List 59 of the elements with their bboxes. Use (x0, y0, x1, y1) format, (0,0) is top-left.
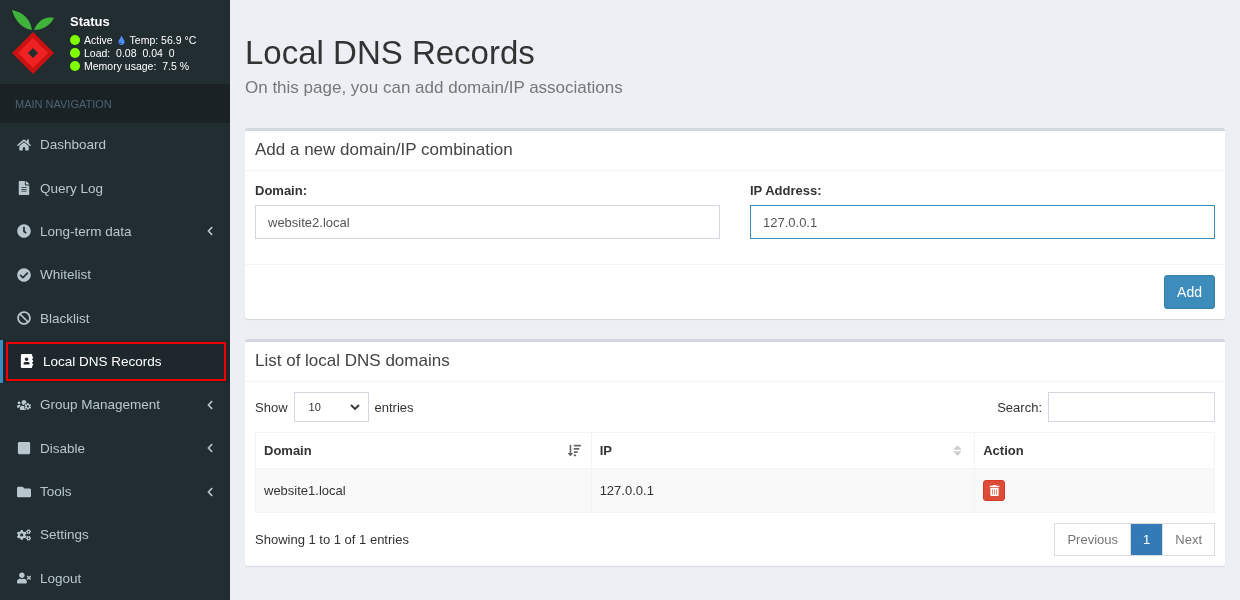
contact-card-icon (20, 354, 34, 369)
pagination-button[interactable]: Previous (1054, 523, 1132, 556)
status-title: Status (70, 14, 111, 29)
entries-info: Showing 1 to 1 of 1 entries (255, 532, 409, 547)
ban-icon (17, 311, 31, 326)
users-gear-icon (17, 397, 31, 412)
nav-item[interactable]: Dashboard (0, 123, 230, 167)
column-header[interactable]: Action (974, 432, 1215, 469)
nav-item[interactable]: Blacklist (0, 296, 230, 340)
show-label: Show (255, 399, 288, 415)
add-button[interactable]: Add (1164, 275, 1215, 309)
chevron-left-icon (205, 399, 215, 410)
nav-item[interactable]: Logout (0, 556, 230, 600)
column-header[interactable]: Domain (255, 432, 592, 469)
page-subtitle: On this page, you can add domain/IP associations (245, 78, 624, 98)
user-x-icon (17, 571, 31, 586)
nav-item[interactable]: Tools (0, 469, 230, 514)
pagination-button[interactable]: Next (1162, 523, 1215, 556)
temperature-text: Temp: 56.9 °C (129, 34, 197, 46)
nav-item[interactable]: Query Log (0, 166, 230, 210)
home-icon (17, 137, 31, 152)
gears-icon (17, 527, 31, 542)
nav-item[interactable]: Whitelist (0, 253, 230, 297)
pagination-button[interactable]: 1 (1130, 523, 1164, 556)
search-label: Search: (997, 399, 1042, 415)
entries-label: entries (374, 399, 414, 415)
nav-header: MAIN NAVIGATION (0, 84, 230, 123)
delete-button[interactable] (983, 480, 1006, 501)
page-title: Local DNS Records (245, 34, 536, 72)
chevron-left-icon (205, 486, 215, 497)
status-text: Load: 0.08 0.04 0 (84, 47, 175, 59)
chevron-left-icon (205, 226, 215, 237)
text-field[interactable]: 127.0.0.1 (750, 205, 1215, 239)
panel-title: List of local DNS domains (245, 342, 1225, 382)
status-text: Memory usage: 7.5 % (84, 60, 190, 72)
clock-icon (17, 224, 31, 239)
nav-item[interactable]: Long-term data (0, 209, 230, 254)
folder-icon (17, 484, 31, 499)
status-text: Active (84, 34, 113, 46)
field-label: Domain: (255, 183, 308, 198)
nav-item[interactable]: Group Management (0, 383, 230, 427)
text-field[interactable]: website2.local (255, 205, 720, 239)
search-field[interactable] (1048, 392, 1215, 422)
nav-item[interactable]: Disable (0, 426, 230, 470)
caret-icon (349, 403, 360, 411)
table-cell: website1.local (255, 468, 592, 513)
nav-item[interactable]: Settings (0, 513, 230, 557)
page-size-select[interactable]: 10 (293, 392, 369, 422)
document-icon (17, 181, 31, 196)
field-label: IP Address: (750, 183, 823, 198)
column-header[interactable]: IP (591, 432, 975, 469)
drop-icon (116, 35, 126, 45)
chevron-left-icon (205, 443, 215, 454)
panel-title: Add a new domain/IP combination (245, 131, 1225, 171)
raspberry-logo (10, 8, 56, 76)
trash-icon (988, 485, 1000, 496)
table-cell: 127.0.0.1 (591, 468, 975, 513)
nav-item[interactable]: Local DNS Records (0, 339, 230, 384)
sort-icon (567, 444, 581, 457)
